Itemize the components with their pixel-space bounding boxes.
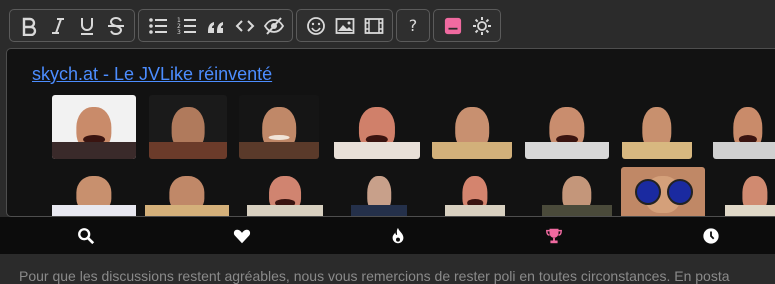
sticker-panel: skych.at - Le JVLike réinventé (6, 48, 775, 217)
bullet-list-icon[interactable] (143, 12, 172, 39)
bold-icon[interactable] (14, 12, 43, 39)
numbered-list-icon[interactable]: 123 (172, 12, 201, 39)
svg-text:3: 3 (177, 29, 181, 36)
sticker[interactable] (52, 167, 136, 216)
site-link[interactable]: skych.at - Le JVLike réinventé (32, 64, 272, 85)
sticker[interactable] (52, 95, 136, 159)
help-icon[interactable]: ? (401, 12, 425, 39)
media-group (296, 9, 393, 42)
sticker[interactable] (713, 95, 775, 159)
structure-group: 123 (138, 9, 293, 42)
clock-icon[interactable] (700, 225, 722, 247)
sticker[interactable] (351, 167, 407, 216)
strikethrough-icon[interactable] (101, 12, 130, 39)
sticker[interactable] (725, 167, 775, 216)
sticker[interactable] (432, 95, 512, 159)
fire-icon[interactable] (387, 225, 409, 247)
extras-group (433, 9, 501, 42)
sticker[interactable] (239, 95, 319, 159)
help-group: ? (396, 9, 430, 42)
sticker[interactable] (247, 167, 323, 216)
sticker-icon[interactable] (438, 12, 467, 39)
video-icon[interactable] (359, 12, 388, 39)
code-icon[interactable] (230, 12, 259, 39)
underline-icon[interactable] (72, 12, 101, 39)
sticker[interactable] (622, 95, 692, 159)
trophy-icon[interactable] (543, 225, 565, 247)
sticker-category-bar (0, 217, 775, 254)
sticker[interactable] (334, 95, 420, 159)
sticker[interactable] (445, 167, 505, 216)
editor-toolbar: 123 ? (9, 9, 501, 42)
emoji-icon[interactable] (301, 12, 330, 39)
heart-icon[interactable] (231, 225, 253, 247)
quote-icon[interactable] (201, 12, 230, 39)
format-group (9, 9, 135, 42)
sticker[interactable] (621, 167, 705, 216)
settings-icon[interactable] (467, 12, 496, 39)
sticker[interactable] (149, 95, 227, 159)
sticker[interactable] (145, 167, 229, 216)
search-icon[interactable] (75, 225, 97, 247)
italic-icon[interactable] (43, 12, 72, 39)
posting-notice: Pour que les discussions restent agréabl… (19, 268, 730, 284)
sticker[interactable] (542, 167, 612, 216)
hide-icon[interactable] (259, 12, 288, 39)
image-icon[interactable] (330, 12, 359, 39)
sticker[interactable] (525, 95, 609, 159)
